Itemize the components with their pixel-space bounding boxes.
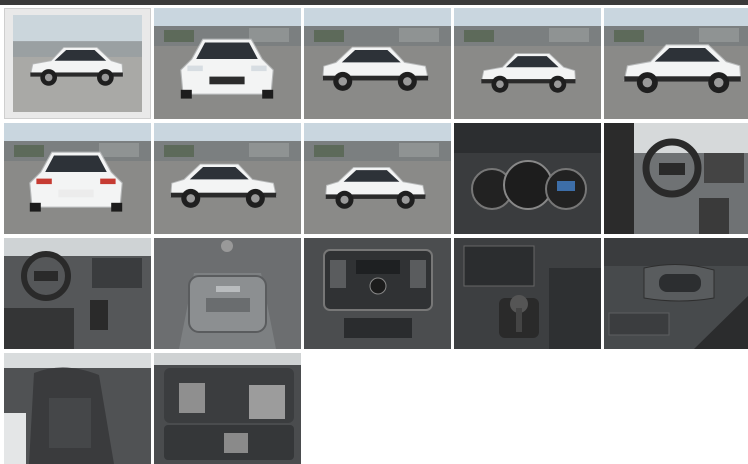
car-photo-image [154,238,301,349]
photo-thumbnail[interactable] [304,8,451,119]
photo-thumbnail[interactable] [304,238,451,349]
photo-thumbnail[interactable] [454,8,601,119]
photo-thumbnail[interactable] [154,123,301,234]
car-photo-image [154,8,301,119]
car-photo-image [304,238,451,349]
car-photo-image [304,8,451,119]
car-photo-image [604,123,748,234]
car-photo-image [604,238,748,349]
photo-thumbnail[interactable] [604,238,748,349]
photo-thumbnail[interactable] [454,123,601,234]
car-photo-image [4,123,151,234]
photo-thumbnail[interactable] [604,123,748,234]
car-photo-image [154,353,301,464]
photo-thumbnail[interactable] [154,8,301,119]
photo-thumbnail[interactable] [304,123,451,234]
car-photo-image [154,123,301,234]
photo-thumbnail[interactable] [154,353,301,464]
car-photo-image [454,8,601,119]
car-photo-image [304,123,451,234]
photo-gallery-grid [4,8,748,464]
car-photo-image [4,238,151,349]
car-photo-image [13,15,142,112]
top-bar [0,0,748,5]
car-photo-image [454,123,601,234]
photo-thumbnail[interactable] [4,353,151,464]
car-photo-image [604,8,748,119]
photo-thumbnail[interactable] [4,238,151,349]
car-photo-image [4,353,151,464]
car-photo-image [454,238,601,349]
photo-thumbnail[interactable] [454,238,601,349]
photo-thumbnail[interactable] [604,8,748,119]
photo-thumbnail[interactable] [4,123,151,234]
photo-thumbnail[interactable] [154,238,301,349]
photo-thumbnail[interactable] [4,8,151,119]
